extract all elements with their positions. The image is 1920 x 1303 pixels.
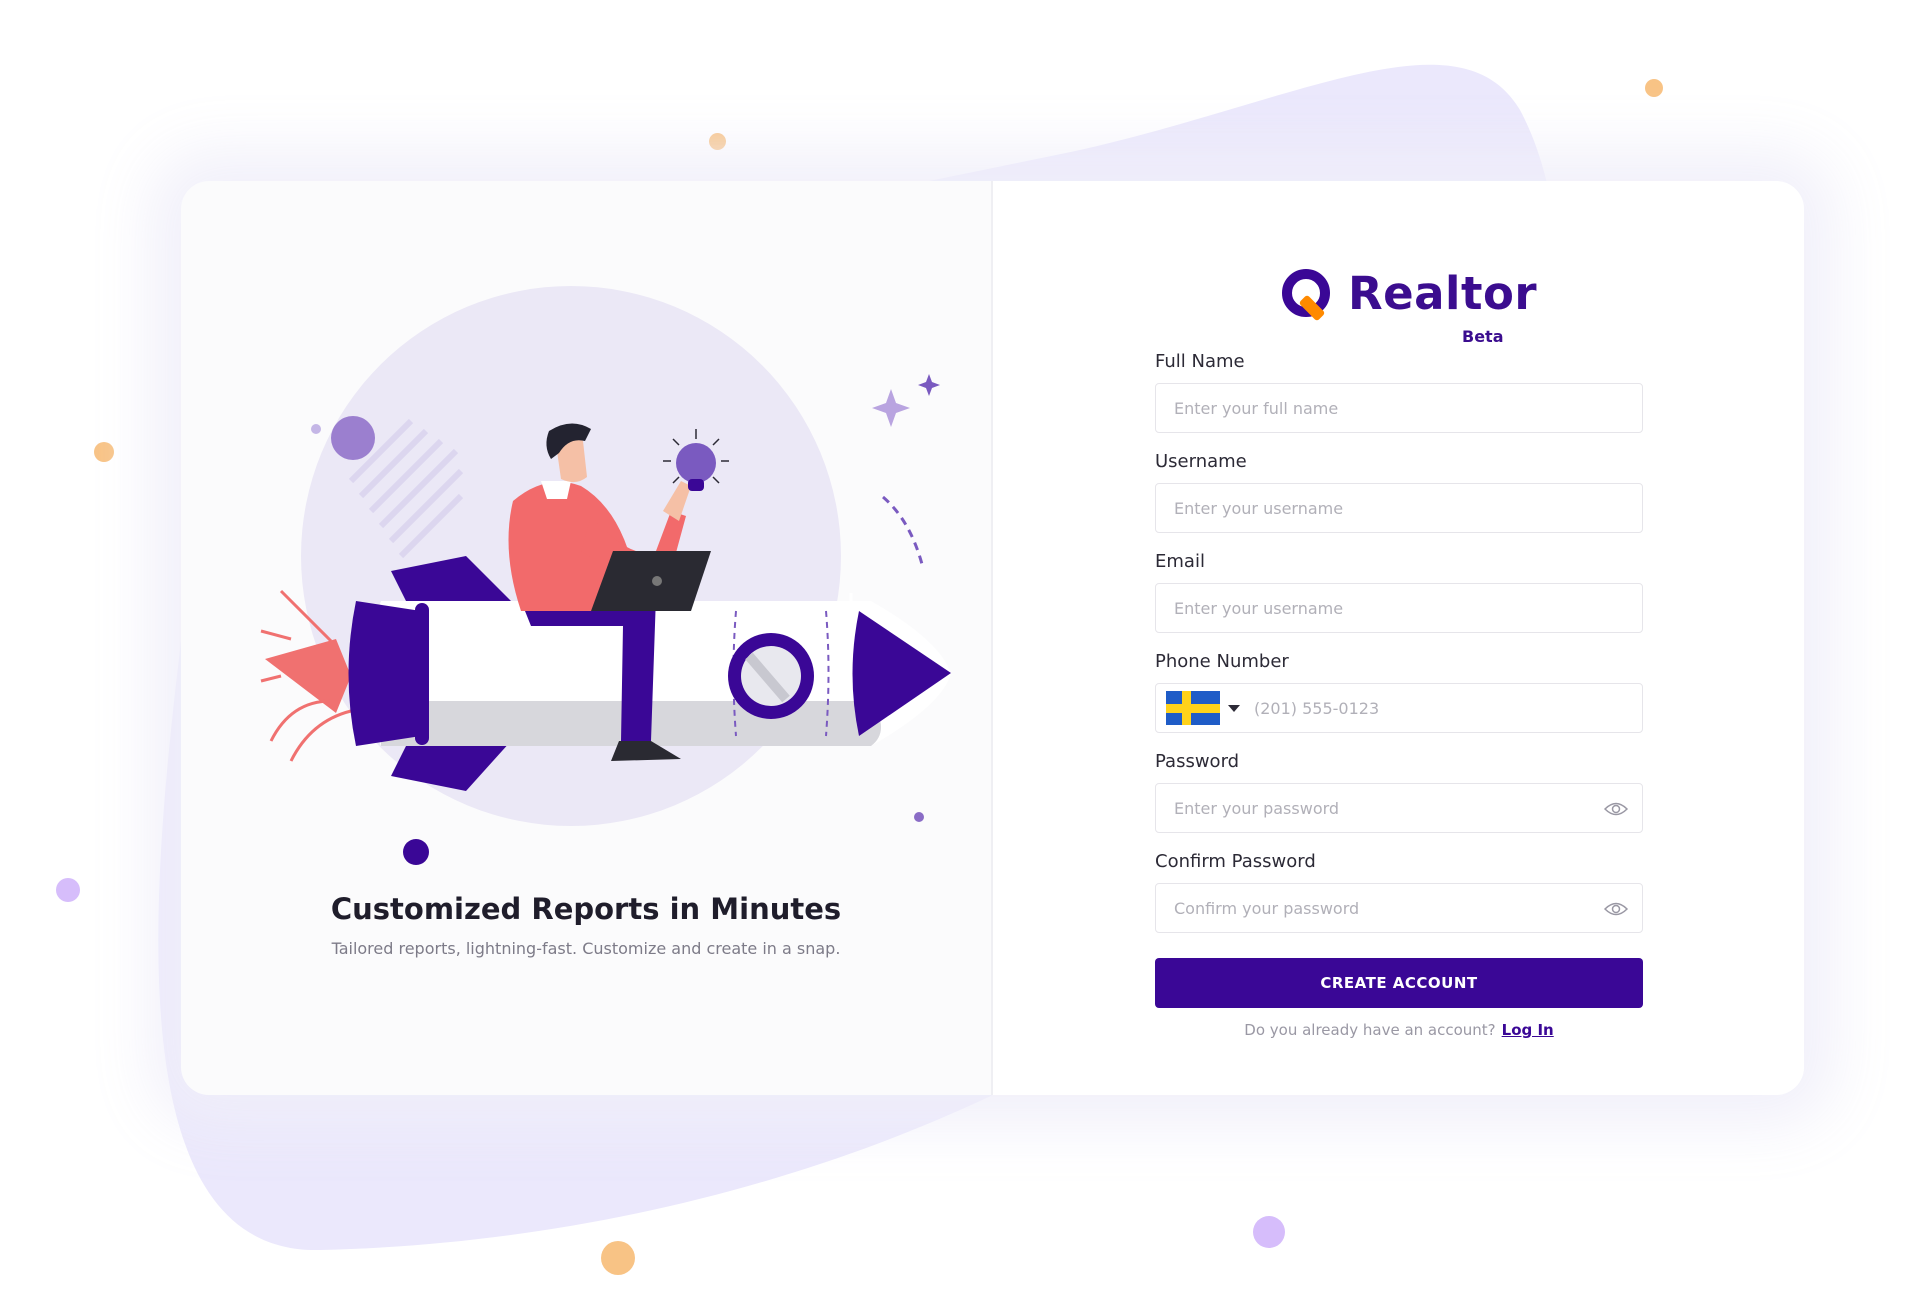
username-label: Username [1155,451,1247,472]
promo-subtitle: Tailored reports, lightning-fast. Custom… [331,939,841,958]
signup-form-panel: Realtor Beta Full Name Username Email Ph… [993,181,1804,1095]
create-account-button[interactable]: CREATE ACCOUNT [1155,958,1643,1008]
decor-dot [1645,79,1663,97]
password-label: Password [1155,751,1240,772]
promo-title: Customized Reports in Minutes [330,892,842,926]
confirm-password-label: Confirm Password [1155,851,1316,872]
email-input[interactable] [1156,584,1642,632]
phone-input[interactable] [1242,684,1642,732]
full-name-label: Full Name [1155,351,1245,372]
caret-down-icon [1228,705,1240,712]
decor-dot [601,1241,635,1275]
password-input[interactable] [1156,784,1642,832]
username-group: Username [1155,451,1643,533]
login-prompt-text: Do you already have an account? [1244,1021,1496,1039]
promo-panel: Customized Reports in Minutes Tailored r… [181,181,991,1095]
username-input-box [1155,483,1643,533]
password-input-box [1155,783,1643,833]
login-prompt-line: Do you already have an account? Log In [1155,1021,1643,1039]
confirm-password-input-box [1155,883,1643,933]
phone-label: Phone Number [1155,651,1289,672]
beta-badge: Beta [1462,327,1504,346]
sweden-flag-icon [1166,691,1220,725]
decor-dot [1253,1216,1285,1248]
confirm-password-input[interactable] [1156,884,1642,932]
decor-dot [56,878,80,902]
decor-dot [94,442,114,462]
signup-card: Customized Reports in Minutes Tailored r… [181,181,1804,1095]
full-name-input-box [1155,383,1643,433]
eye-icon[interactable] [1604,798,1628,820]
email-input-box [1155,583,1643,633]
decor-dot [709,133,726,150]
full-name-input[interactable] [1156,384,1642,432]
password-group: Password [1155,751,1643,833]
logo-text: Realtor [1348,267,1538,320]
email-label: Email [1155,551,1205,572]
full-name-group: Full Name [1155,351,1643,433]
username-input[interactable] [1156,484,1642,532]
phone-group: Phone Number [1155,651,1643,733]
eye-icon[interactable] [1604,898,1628,920]
email-group: Email [1155,551,1643,633]
phone-input-box [1155,683,1643,733]
country-code-select[interactable] [1166,691,1242,725]
login-link[interactable]: Log In [1502,1021,1554,1039]
realtor-logo: Realtor Beta [1280,265,1538,346]
rocket-illustration [260,286,951,865]
confirm-password-group: Confirm Password [1155,851,1643,933]
realtor-logo-icon [1282,269,1330,321]
